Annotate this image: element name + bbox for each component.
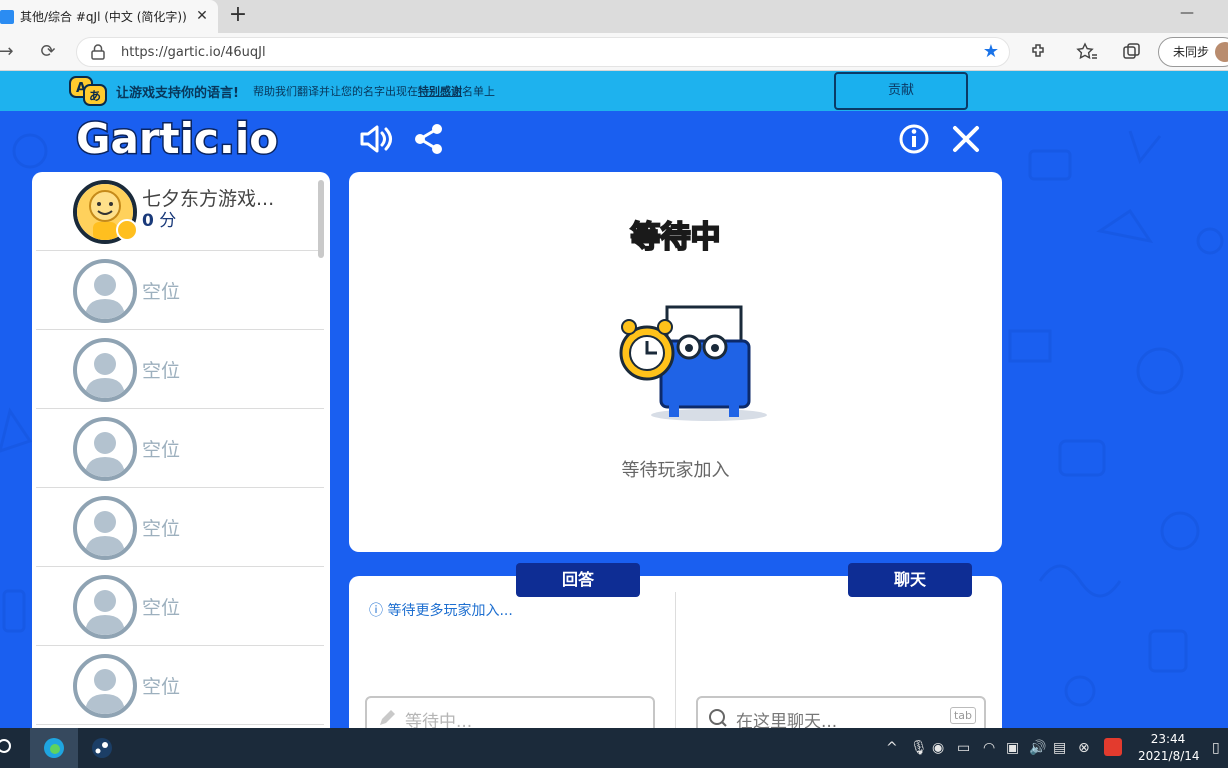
player-score-unit: 分 xyxy=(159,211,177,231)
banner-subtext: 帮助我们翻译并让您的名字出现在特别感谢名单上 xyxy=(253,83,495,99)
player-row-self[interactable]: 七夕东方游戏... 0 分 xyxy=(36,172,324,251)
answer-info-text: 等待更多玩家加入... xyxy=(387,603,513,619)
tray-expand-icon[interactable]: ^ xyxy=(886,740,898,756)
answer-chat-panel: 回答 聊天 ⓘ 等待更多玩家加入... 等待中... 在这里聊天... tab xyxy=(349,563,1002,728)
player-score: 0 分 xyxy=(142,206,176,231)
collections-icon[interactable] xyxy=(1121,42,1141,62)
empty-avatar-icon xyxy=(73,338,137,402)
answer-input[interactable]: 等待中... xyxy=(365,696,655,728)
player-row-empty: 空位 xyxy=(36,488,324,567)
info-small-icon: ⓘ xyxy=(369,603,383,619)
sync-label: 未同步 xyxy=(1173,45,1210,59)
minimize-icon[interactable]: — xyxy=(1180,5,1194,21)
player-row-empty: 空位 xyxy=(36,251,324,330)
gartic-logo[interactable]: Gartic.io xyxy=(74,113,294,165)
close-icon[interactable] xyxy=(948,121,984,157)
app-tray-icon[interactable]: ▤ xyxy=(1053,740,1066,756)
board-subtitle: 等待玩家加入 xyxy=(621,460,730,481)
answer-info-message: ⓘ 等待更多玩家加入... xyxy=(369,600,513,620)
special-thanks-link[interactable]: 特别感谢 xyxy=(418,85,462,98)
empty-slot-label: 空位 xyxy=(142,281,181,303)
new-tab-button[interactable]: + xyxy=(226,4,250,28)
empty-slot-label: 空位 xyxy=(142,439,181,461)
answer-placeholder: 等待中... xyxy=(405,712,473,728)
game-area: Gartic.io 七夕东方游戏... 0 分 空位 空位 空位 空位 空位 空… xyxy=(0,111,1228,728)
waiting-mascot-illustration xyxy=(619,305,767,421)
panel-divider xyxy=(675,592,676,728)
volume-icon[interactable]: 🔊 xyxy=(1029,740,1046,756)
players-scrollbar[interactable] xyxy=(318,180,324,258)
empty-slot-label: 空位 xyxy=(142,518,181,540)
empty-avatar-icon xyxy=(73,417,137,481)
empty-avatar-icon xyxy=(73,575,137,639)
profile-avatar xyxy=(1215,42,1228,62)
player-row-empty: 空位 xyxy=(36,646,324,725)
drawing-board: 等待中 等待玩家加入 xyxy=(349,172,1002,552)
players-list: 七夕东方游戏... 0 分 空位 空位 空位 空位 空位 空位 xyxy=(32,172,330,728)
player-row-empty: 空位 xyxy=(36,567,324,646)
url-field[interactable]: https://gartic.io/46uqJl ★ xyxy=(76,37,1010,67)
sogou-input-icon[interactable] xyxy=(1104,738,1122,756)
search-icon[interactable] xyxy=(0,736,18,760)
empty-slot-label: 空位 xyxy=(142,360,181,382)
system-clock[interactable]: 23:44 2021/8/14 xyxy=(1138,731,1200,765)
refresh-icon[interactable]: ⟳ xyxy=(38,42,58,62)
empty-avatar-icon xyxy=(73,496,137,560)
back-icon[interactable]: → xyxy=(0,42,16,62)
browser-tab[interactable]: 其他/综合 #qJl (中文 (简化字)) - G ✕ xyxy=(0,0,218,33)
empty-avatar-icon xyxy=(73,259,137,323)
svg-text:あ: あ xyxy=(89,89,101,103)
info-icon[interactable] xyxy=(896,121,932,157)
chat-placeholder: 在这里聊天... xyxy=(736,712,838,728)
empty-slot-label: 空位 xyxy=(142,676,181,698)
site-favicon-icon xyxy=(0,9,14,24)
steam-tray-icon[interactable]: ◉ xyxy=(932,740,944,756)
translate-icon: A あ xyxy=(69,76,107,106)
battery-icon[interactable]: ▭ xyxy=(957,740,970,756)
clock-date: 2021/8/14 xyxy=(1138,749,1200,763)
translation-banner: A あ 让游戏支持你的语言! 帮助我们翻译并让您的名字出现在特别感谢名单上 贡献 xyxy=(0,71,1228,111)
address-bar-row: → ⟳ https://gartic.io/46uqJl ★ 未同步 xyxy=(0,33,1228,71)
lock-icon xyxy=(91,44,105,60)
browser-tab-strip: 其他/综合 #qJl (中文 (简化字)) - G ✕ + — xyxy=(0,0,1228,33)
edge-icon xyxy=(44,738,64,758)
favorites-icon[interactable] xyxy=(1076,42,1098,62)
extensions-icon[interactable] xyxy=(1029,42,1049,62)
empty-avatar-icon xyxy=(73,654,137,718)
board-title: 等待中 xyxy=(630,219,722,256)
chat-input[interactable]: 在这里聊天... tab xyxy=(696,696,986,728)
player-score-value: 0 xyxy=(142,211,154,231)
sound-icon[interactable] xyxy=(358,121,394,157)
banner-sub-suffix: 名单上 xyxy=(462,85,495,98)
profile-sync-button[interactable]: 未同步 xyxy=(1158,37,1228,67)
answer-tab[interactable]: 回答 xyxy=(516,563,640,597)
search-chat-icon xyxy=(709,709,727,727)
microphone-icon[interactable]: 🎙 xyxy=(910,740,928,756)
owner-badge-icon xyxy=(116,219,138,241)
empty-slot-label: 空位 xyxy=(142,597,181,619)
notifications-icon[interactable]: ▯ xyxy=(1212,740,1220,756)
edge-taskbar-button[interactable] xyxy=(30,728,78,768)
player-row-empty: 空位 xyxy=(36,330,324,409)
banner-sub-prefix: 帮助我们翻译并让您的名字出现在 xyxy=(253,85,418,98)
tray-misc-icon[interactable]: ⊗ xyxy=(1078,740,1090,756)
player-row-empty: 空位 xyxy=(36,409,324,488)
tab-title: 其他/综合 #qJl (中文 (简化字)) - G xyxy=(20,10,190,24)
favorite-star-icon[interactable]: ★ xyxy=(983,41,999,62)
security-icon[interactable]: ▣ xyxy=(1006,740,1019,756)
pencil-icon xyxy=(380,710,395,725)
logo-text: Gartic.io xyxy=(76,114,278,163)
wifi-icon[interactable]: ◠ xyxy=(983,740,995,756)
windows-taskbar: ^ 🎙 ◉ ▭ ◠ ▣ 🔊 ▤ ⊗ 23:44 2021/8/14 ▯ xyxy=(0,728,1228,768)
chat-tab[interactable]: 聊天 xyxy=(848,563,972,597)
tab-close-icon[interactable]: ✕ xyxy=(194,8,210,24)
banner-headline: 让游戏支持你的语言! xyxy=(116,86,239,101)
share-icon[interactable] xyxy=(411,121,447,157)
contribute-button[interactable]: 贡献 xyxy=(834,72,968,110)
steam-icon[interactable] xyxy=(90,736,114,760)
url-text: https://gartic.io/46uqJl xyxy=(121,45,266,60)
clock-time: 23:44 xyxy=(1150,732,1186,746)
tab-key-hint: tab xyxy=(949,707,976,724)
